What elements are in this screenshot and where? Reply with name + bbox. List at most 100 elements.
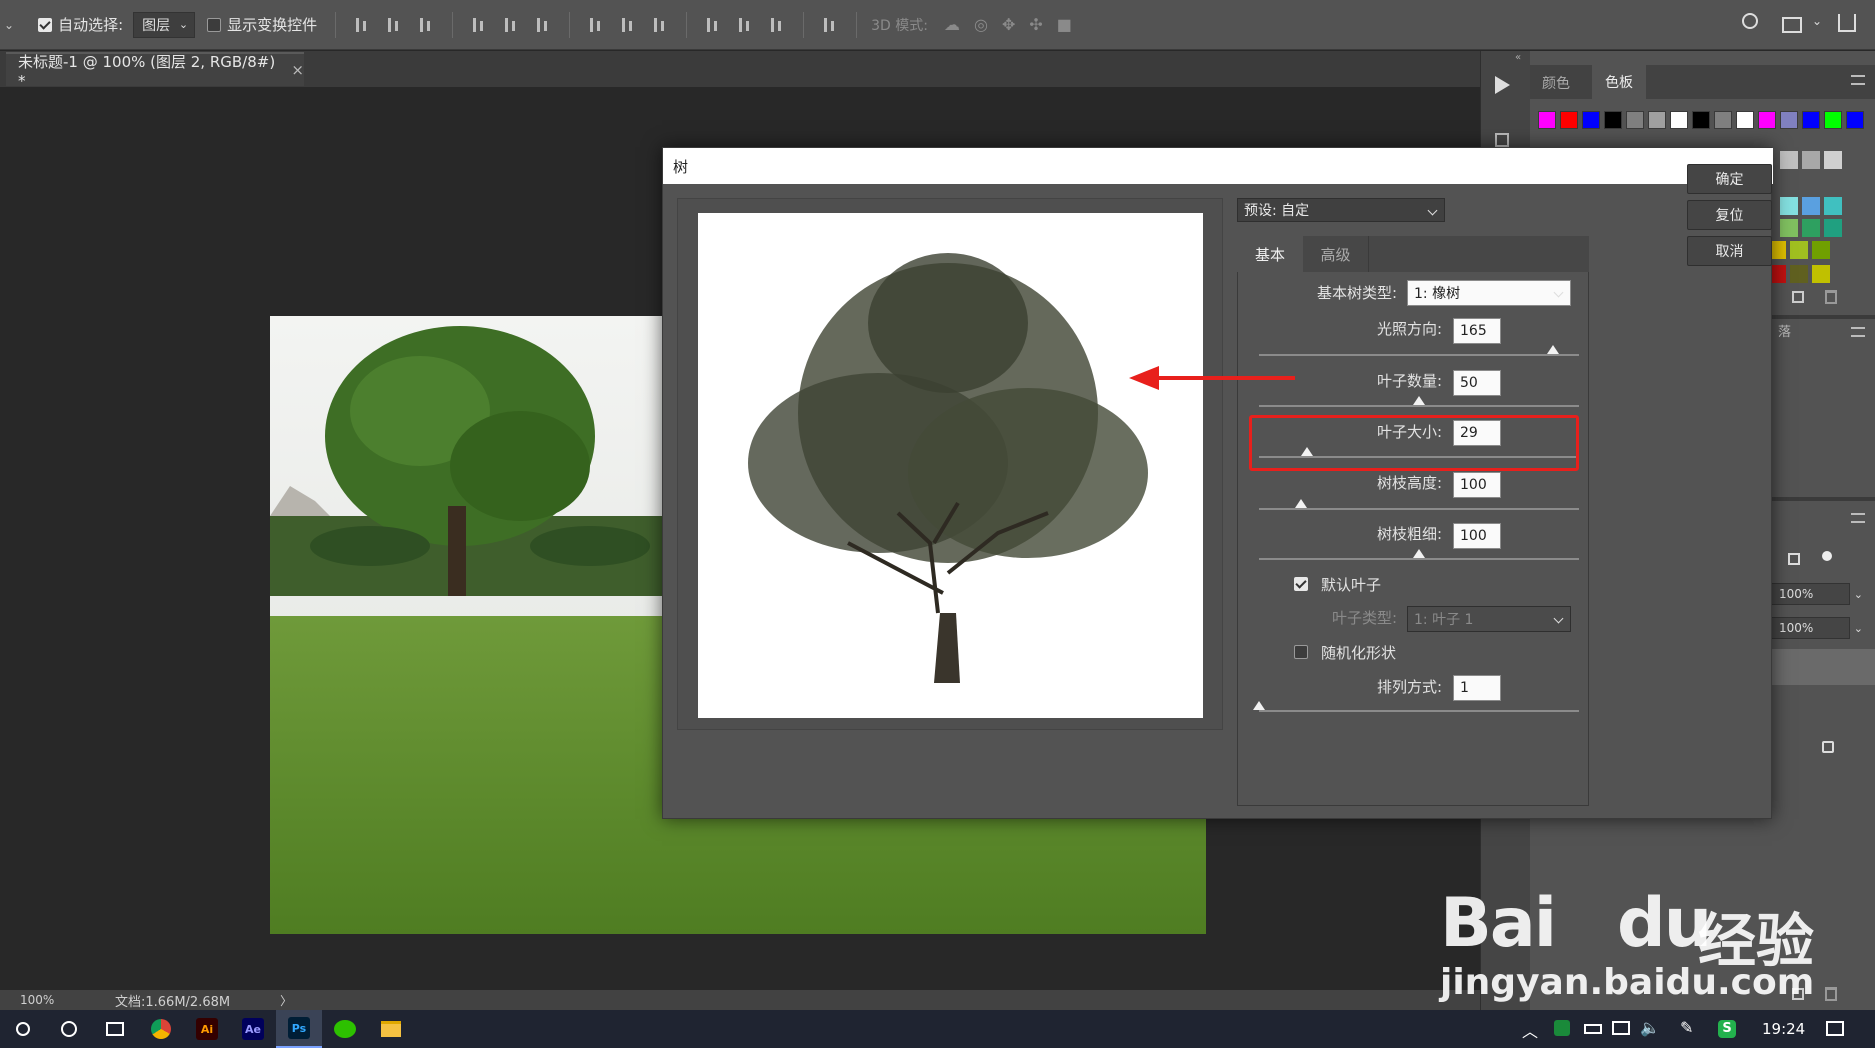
tab-advanced[interactable]: 高级 bbox=[1303, 236, 1369, 272]
trash-icon[interactable] bbox=[1825, 290, 1837, 304]
reset-button[interactable]: 复位 bbox=[1687, 200, 1772, 230]
slider-thumb[interactable] bbox=[1413, 549, 1425, 558]
panel-menu-icon[interactable] bbox=[1851, 75, 1865, 85]
chrome-icon[interactable] bbox=[138, 1010, 184, 1048]
workspace-icon[interactable] bbox=[1782, 17, 1802, 33]
swatch[interactable] bbox=[1692, 111, 1710, 129]
align-bottom-icon[interactable] bbox=[418, 16, 434, 34]
cube-icon[interactable] bbox=[1495, 133, 1509, 147]
search-icon[interactable] bbox=[1742, 13, 1758, 29]
branch-height-input[interactable]: 100 bbox=[1453, 472, 1501, 498]
distribute-bottom-icon[interactable] bbox=[652, 16, 668, 34]
swatch[interactable] bbox=[1736, 111, 1754, 129]
volume-tray-icon[interactable]: 🔈 bbox=[1640, 1018, 1660, 1037]
cortana-icon[interactable] bbox=[46, 1010, 92, 1048]
fill-field[interactable]: 100% ⌄ bbox=[1770, 617, 1863, 639]
slider-thumb[interactable] bbox=[1547, 345, 1560, 354]
align-vcenter-icon[interactable] bbox=[386, 16, 402, 34]
wechat-icon[interactable] bbox=[322, 1010, 368, 1048]
swatch[interactable] bbox=[1812, 241, 1830, 259]
document-tab[interactable]: 未标题-1 @ 100% (图层 2, RGB/8#) * × bbox=[6, 52, 304, 90]
slider-thumb[interactable] bbox=[1294, 499, 1307, 508]
show-transform-checkbox[interactable] bbox=[207, 17, 222, 32]
tab-basic[interactable]: 基本 bbox=[1237, 236, 1303, 272]
arrangement-input[interactable]: 1 bbox=[1453, 675, 1501, 701]
swatch[interactable] bbox=[1780, 219, 1798, 237]
photoshop-app-icon[interactable]: Ps bbox=[276, 1010, 322, 1048]
swatch[interactable] bbox=[1626, 111, 1644, 129]
swatch[interactable] bbox=[1780, 197, 1798, 215]
slider-thumb[interactable] bbox=[1413, 396, 1425, 405]
notification-icon[interactable] bbox=[1826, 1021, 1844, 1036]
leaf-count-input[interactable]: 50 bbox=[1453, 370, 1501, 396]
3d-roll-icon[interactable]: ◎ bbox=[974, 15, 988, 34]
3d-video-icon[interactable]: ■ bbox=[1057, 15, 1072, 34]
play-icon[interactable] bbox=[1495, 76, 1510, 94]
align-top-icon[interactable] bbox=[354, 16, 370, 34]
distribute-hcenter-icon[interactable] bbox=[737, 16, 753, 34]
illustrator-app-icon[interactable]: Ai bbox=[184, 1010, 230, 1048]
swatch[interactable] bbox=[1790, 265, 1808, 283]
pen-tray-icon[interactable]: ✎ bbox=[1680, 1018, 1693, 1037]
distribute-vcenter-icon[interactable] bbox=[620, 16, 636, 34]
swatch[interactable] bbox=[1604, 111, 1622, 129]
auto-align-icon[interactable] bbox=[822, 16, 838, 34]
share-icon[interactable] bbox=[1838, 14, 1856, 32]
3d-pan-icon[interactable]: ✥ bbox=[1002, 15, 1015, 34]
swatch[interactable] bbox=[1790, 241, 1808, 259]
collapse-icon[interactable]: « bbox=[1515, 52, 1521, 63]
network-tray-icon[interactable] bbox=[1612, 1021, 1630, 1035]
swatch[interactable] bbox=[1538, 111, 1556, 129]
branch-thickness-input[interactable]: 100 bbox=[1453, 523, 1501, 549]
sogou-tray-icon[interactable]: S bbox=[1718, 1020, 1736, 1038]
after-effects-app-icon[interactable]: Ae bbox=[230, 1010, 276, 1048]
tab-color[interactable]: 颜色 bbox=[1542, 73, 1570, 93]
search-icon[interactable] bbox=[0, 1010, 46, 1048]
swatch[interactable] bbox=[1670, 111, 1688, 129]
swatch[interactable] bbox=[1824, 111, 1842, 129]
new-swatch-icon[interactable] bbox=[1792, 291, 1804, 303]
layers-panel-tab-fragment[interactable]: 落 bbox=[1778, 321, 1791, 340]
panel-menu-icon[interactable] bbox=[1851, 513, 1865, 523]
randomize-shape-checkbox[interactable] bbox=[1294, 645, 1308, 659]
tray-chevron-icon[interactable]: ︿ bbox=[1522, 1018, 1538, 1042]
lock-icon[interactable] bbox=[1788, 553, 1800, 565]
distribute-right-icon[interactable] bbox=[769, 16, 785, 34]
status-menu-arrow[interactable]: 〉 bbox=[280, 992, 292, 1009]
chevron-down-icon[interactable]: ⌄ bbox=[1812, 14, 1822, 28]
light-direction-slider[interactable] bbox=[1259, 345, 1579, 356]
security-tray-icon[interactable] bbox=[1554, 1020, 1570, 1036]
branch-thickness-slider[interactable] bbox=[1259, 549, 1579, 560]
align-hcenter-icon[interactable] bbox=[503, 16, 519, 34]
swatch[interactable] bbox=[1802, 111, 1820, 129]
swatch[interactable] bbox=[1780, 111, 1798, 129]
swatch[interactable] bbox=[1824, 219, 1842, 237]
battery-tray-icon[interactable] bbox=[1584, 1024, 1602, 1034]
chevron-down-icon[interactable]: ⌄ bbox=[4, 18, 14, 32]
auto-select-checkbox[interactable] bbox=[38, 17, 53, 32]
swatch[interactable] bbox=[1802, 219, 1820, 237]
align-left-icon[interactable] bbox=[471, 16, 487, 34]
task-view-icon[interactable] bbox=[92, 1010, 138, 1048]
swatch[interactable] bbox=[1846, 111, 1864, 129]
distribute-left-icon[interactable] bbox=[705, 16, 721, 34]
brush-icon[interactable] bbox=[1822, 551, 1832, 561]
dialog-title-bar[interactable]: 树 bbox=[663, 148, 1773, 184]
zoom-readout[interactable]: 100% bbox=[20, 993, 70, 1007]
swatch[interactable] bbox=[1812, 265, 1830, 283]
clock-time[interactable]: 19:24 bbox=[1762, 1020, 1805, 1038]
align-right-icon[interactable] bbox=[535, 16, 551, 34]
leaf-count-slider[interactable] bbox=[1259, 396, 1579, 407]
panel-menu-icon[interactable] bbox=[1851, 327, 1865, 337]
layer-row-selected[interactable] bbox=[1770, 649, 1875, 685]
distribute-top-icon[interactable] bbox=[588, 16, 604, 34]
3d-slide-icon[interactable]: ✣ bbox=[1029, 15, 1042, 34]
auto-select-dropdown[interactable]: 图层 ⌄ bbox=[133, 11, 196, 38]
opacity-field[interactable]: 100% ⌄ bbox=[1770, 583, 1863, 605]
swatch[interactable] bbox=[1824, 197, 1842, 215]
swatch[interactable] bbox=[1802, 197, 1820, 215]
swatch[interactable] bbox=[1582, 111, 1600, 129]
light-direction-input[interactable]: 165 bbox=[1453, 318, 1501, 344]
preset-dropdown[interactable]: 预设: 自定 bbox=[1237, 198, 1445, 222]
swatch[interactable] bbox=[1714, 111, 1732, 129]
